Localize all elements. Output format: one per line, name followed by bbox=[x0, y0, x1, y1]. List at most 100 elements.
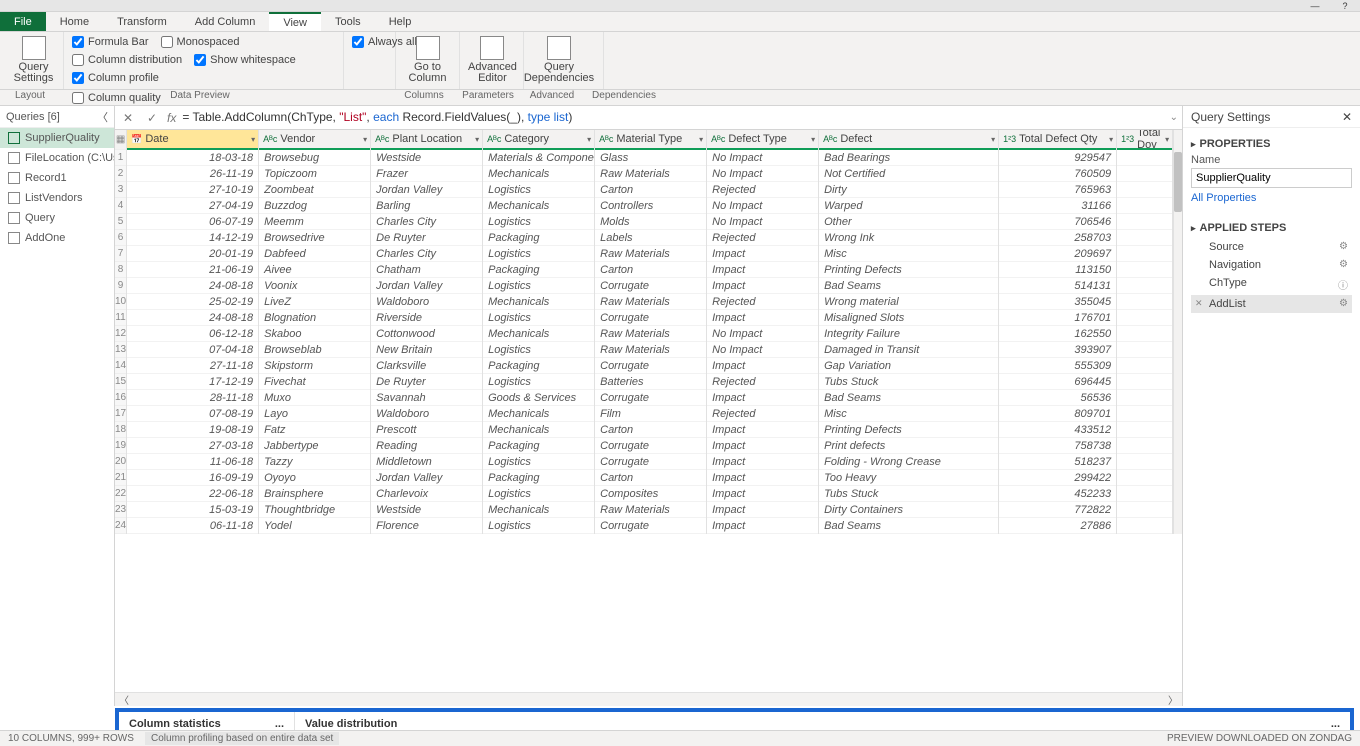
cell[interactable]: 56536 bbox=[999, 390, 1116, 406]
cell[interactable]: Damaged in Transit bbox=[819, 342, 998, 358]
vertical-scrollbar[interactable] bbox=[1173, 130, 1182, 534]
cell[interactable] bbox=[1117, 262, 1172, 278]
cell[interactable]: 15-03-19 bbox=[127, 502, 258, 518]
filter-dropdown-icon[interactable]: ▾ bbox=[991, 135, 995, 144]
cell[interactable]: Packaging bbox=[483, 438, 594, 454]
cell[interactable]: Voonix bbox=[259, 278, 370, 294]
cell[interactable]: Layo bbox=[259, 406, 370, 422]
scroll-left-icon[interactable]: 〈 bbox=[119, 692, 129, 707]
cell[interactable]: Logistics bbox=[483, 182, 594, 198]
cell[interactable]: Blognation bbox=[259, 310, 370, 326]
cell[interactable]: Warped bbox=[819, 198, 998, 214]
cell[interactable]: 19-08-19 bbox=[127, 422, 258, 438]
row-number[interactable]: 19 bbox=[115, 438, 126, 454]
cell[interactable]: Raw Materials bbox=[595, 294, 706, 310]
query-settings-close-icon[interactable]: ✕ bbox=[1342, 110, 1352, 124]
query-item[interactable]: Record1 bbox=[0, 168, 114, 188]
row-number[interactable]: 6 bbox=[115, 230, 126, 246]
cell[interactable] bbox=[1117, 470, 1172, 486]
applied-step[interactable]: AddList⚙ bbox=[1191, 295, 1352, 313]
cell[interactable]: Mechanicals bbox=[483, 294, 594, 310]
cell[interactable]: 758738 bbox=[999, 438, 1116, 454]
cell[interactable]: Logistics bbox=[483, 342, 594, 358]
cell[interactable]: Raw Materials bbox=[595, 342, 706, 358]
cell[interactable]: Misaligned Slots bbox=[819, 310, 998, 326]
formula-expand-icon[interactable]: ⌄ bbox=[1170, 112, 1178, 123]
cell[interactable]: Bad Bearings bbox=[819, 150, 998, 166]
formula-input[interactable]: = Table.AddColumn(ChType, "List", each R… bbox=[182, 110, 1163, 125]
cell[interactable] bbox=[1117, 230, 1172, 246]
cell[interactable]: Browsebug bbox=[259, 150, 370, 166]
cell[interactable]: 18-03-18 bbox=[127, 150, 258, 166]
cell[interactable]: Logistics bbox=[483, 246, 594, 262]
cell[interactable]: Waldoboro bbox=[371, 406, 482, 422]
cell[interactable]: Oyoyo bbox=[259, 470, 370, 486]
properties-section-header[interactable]: PROPERTIES bbox=[1191, 138, 1352, 150]
filter-dropdown-icon[interactable]: ▾ bbox=[1109, 135, 1113, 144]
cell[interactable]: Skaboo bbox=[259, 326, 370, 342]
cell[interactable]: Packaging bbox=[483, 230, 594, 246]
show-whitespace-checkbox[interactable]: Show whitespace bbox=[194, 52, 296, 68]
applied-step[interactable]: ChTypeⓘ bbox=[1191, 274, 1352, 295]
monospaced-checkbox[interactable]: Monospaced bbox=[161, 34, 240, 50]
row-number[interactable]: 8 bbox=[115, 262, 126, 278]
filter-dropdown-icon[interactable]: ▾ bbox=[587, 135, 591, 144]
cell[interactable]: LiveZ bbox=[259, 294, 370, 310]
cell[interactable]: Impact bbox=[707, 502, 818, 518]
column-distribution-checkbox[interactable]: Column distribution bbox=[72, 52, 182, 68]
cell[interactable]: 06-12-18 bbox=[127, 326, 258, 342]
cell[interactable]: Jordan Valley bbox=[371, 182, 482, 198]
cell[interactable]: Rejected bbox=[707, 406, 818, 422]
cell[interactable]: 258703 bbox=[999, 230, 1116, 246]
cell[interactable] bbox=[1117, 358, 1172, 374]
cell[interactable]: Logistics bbox=[483, 214, 594, 230]
cell[interactable]: Logistics bbox=[483, 278, 594, 294]
cell[interactable]: Mechanicals bbox=[483, 166, 594, 182]
cell[interactable]: Mechanicals bbox=[483, 422, 594, 438]
tab-help[interactable]: Help bbox=[375, 12, 426, 31]
cell[interactable]: Corrugate bbox=[595, 278, 706, 294]
cell[interactable] bbox=[1117, 438, 1172, 454]
goto-column-button[interactable]: Go to Column bbox=[404, 34, 451, 84]
row-number[interactable]: 17 bbox=[115, 406, 126, 422]
cell[interactable]: Integrity Failure bbox=[819, 326, 998, 342]
cell[interactable] bbox=[1117, 198, 1172, 214]
row-number[interactable]: 16 bbox=[115, 390, 126, 406]
cell[interactable]: Impact bbox=[707, 422, 818, 438]
cell[interactable]: Batteries bbox=[595, 374, 706, 390]
cell[interactable]: Raw Materials bbox=[595, 502, 706, 518]
cell[interactable]: Carton bbox=[595, 182, 706, 198]
row-number[interactable]: 9 bbox=[115, 278, 126, 294]
cell[interactable]: 514131 bbox=[999, 278, 1116, 294]
row-number[interactable]: 4 bbox=[115, 198, 126, 214]
cell[interactable]: 355045 bbox=[999, 294, 1116, 310]
tab-view[interactable]: View bbox=[269, 12, 321, 31]
cell[interactable]: Impact bbox=[707, 454, 818, 470]
formula-accept-button[interactable]: ✓ bbox=[143, 111, 161, 125]
cell[interactable]: 27-04-19 bbox=[127, 198, 258, 214]
cell[interactable]: Bad Seams bbox=[819, 518, 998, 534]
cell[interactable]: 760509 bbox=[999, 166, 1116, 182]
cell[interactable]: 27-03-18 bbox=[127, 438, 258, 454]
cell[interactable]: Rejected bbox=[707, 182, 818, 198]
cell[interactable]: Skipstorm bbox=[259, 358, 370, 374]
cell[interactable]: Wrong material bbox=[819, 294, 998, 310]
cell[interactable]: 06-11-18 bbox=[127, 518, 258, 534]
cell[interactable]: 113150 bbox=[999, 262, 1116, 278]
cell[interactable]: Mechanicals bbox=[483, 502, 594, 518]
cell[interactable]: Westside bbox=[371, 150, 482, 166]
cell[interactable]: Buzzdog bbox=[259, 198, 370, 214]
cell[interactable]: Muxo bbox=[259, 390, 370, 406]
cell[interactable]: Printing Defects bbox=[819, 422, 998, 438]
cell[interactable]: Packaging bbox=[483, 262, 594, 278]
cell[interactable]: Bad Seams bbox=[819, 390, 998, 406]
cell[interactable] bbox=[1117, 454, 1172, 470]
applied-step[interactable]: Navigation⚙ bbox=[1191, 256, 1352, 274]
cell[interactable]: De Ruyter bbox=[371, 230, 482, 246]
column-header[interactable]: 📅Date▾ bbox=[127, 130, 258, 150]
cell[interactable]: Waldoboro bbox=[371, 294, 482, 310]
cell[interactable]: Not Certified bbox=[819, 166, 998, 182]
cell[interactable] bbox=[1117, 374, 1172, 390]
row-number[interactable]: 20 bbox=[115, 454, 126, 470]
cell[interactable]: Impact bbox=[707, 358, 818, 374]
